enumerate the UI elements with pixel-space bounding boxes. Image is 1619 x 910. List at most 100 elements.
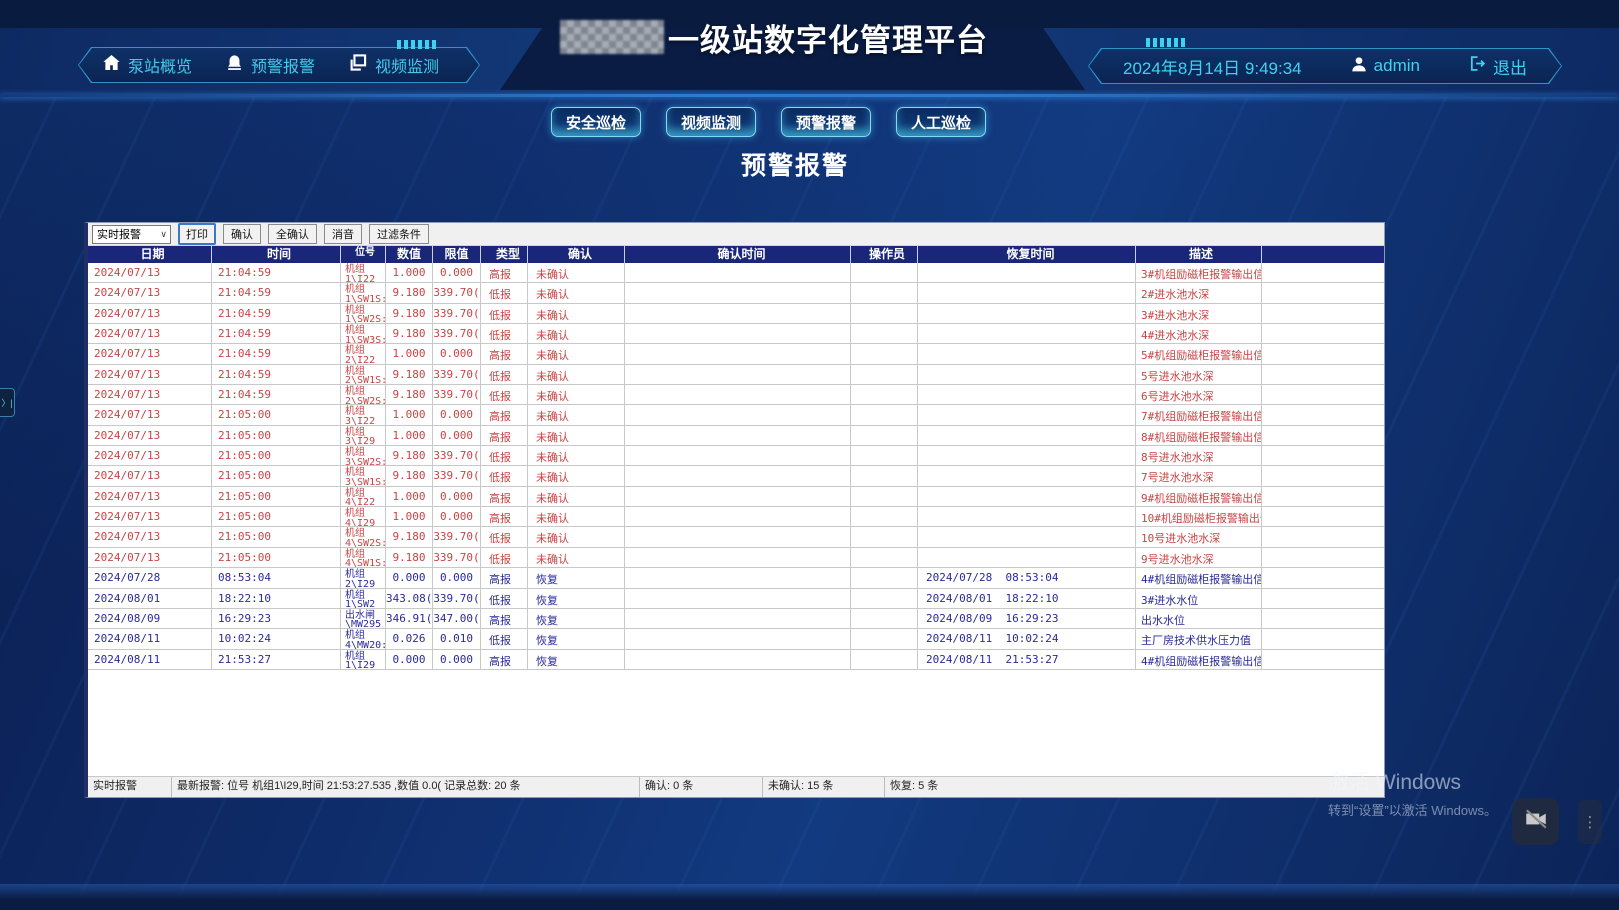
cell: 高报 [481,568,528,587]
cell: 21:04:59 [212,283,341,302]
filter-button[interactable]: 过滤条件 [369,224,429,244]
cell: 4#机组励磁柜报警输出信号 [1136,650,1262,669]
cell: 339.70( [433,385,481,404]
table-row[interactable]: 2024/07/1321:04:59机组 1\I221.0000.000高报未确… [88,263,1384,283]
table-row[interactable]: 2024/07/1321:05:00机组 4\I221.0000.000高报未确… [88,487,1384,507]
side-panel-toggle[interactable]: 〉| [0,388,15,417]
cell: 1.000 [386,263,433,282]
cell [918,283,1136,302]
table-row[interactable]: 2024/07/2808:53:04机组 2\I290.0000.000高报恢复… [88,568,1384,588]
table-row[interactable]: 2024/07/1321:04:59机组 1\SW1S:9.180339.70(… [88,283,1384,303]
ack-button[interactable]: 确认 [223,224,261,244]
table-row[interactable]: 2024/07/1321:05:00机组 4\I291.0000.000高报未确… [88,507,1384,527]
cell: 机组 3\I29 [341,426,386,445]
table-row[interactable]: 2024/07/1321:04:59机组 2\I221.0000.000高报未确… [88,344,1384,364]
cell: 机组 1\I29 [341,650,386,669]
table-row[interactable]: 2024/07/1321:05:00机组 4\SW2S:9.180339.70(… [88,527,1384,547]
cell: 21:05:00 [212,487,341,506]
header-info-box: 2024年8月14日 9:49:34 admin 退出 [1088,48,1562,84]
table-row[interactable]: 2024/08/1110:02:24机组 4\MW20:0.0260.010低报… [88,629,1384,649]
table-row[interactable]: 2024/07/1321:04:59机组 1\SW2S:9.180339.70(… [88,304,1384,324]
cell: 2024/08/01 [88,589,212,608]
tab-safety-patrol[interactable]: 安全巡检 [551,107,641,137]
cell: 机组 1\SW2 [341,589,386,608]
cell: 2024/07/13 [88,507,212,526]
table-row[interactable]: 2024/07/1321:04:59机组 1\SW3S:9.180339.70(… [88,324,1384,344]
table-row[interactable]: 2024/08/0118:22:10机组 1\SW2343.08(339.70(… [88,589,1384,609]
cell: 机组 1\SW3S: [341,324,386,343]
header-divider [0,94,1619,97]
nav-item-pump-overview[interactable]: 泵站概览 [103,53,192,77]
cell: 2024/07/13 [88,385,212,404]
cell: 0.000 [433,650,481,669]
cell: 未确认 [528,548,625,567]
table-row[interactable]: 2024/07/1321:05:00机组 4\SW1S:9.180339.70(… [88,548,1384,568]
cell [851,405,918,424]
table-row[interactable]: 2024/07/1321:04:59机组 2\SW2S:9.180339.70(… [88,385,1384,405]
cell [918,548,1136,567]
nav-item-video[interactable]: 视频监测 [349,53,439,77]
tab-video-monitor[interactable]: 视频监测 [666,107,756,137]
cell: 未确认 [528,365,625,384]
cell: 0.000 [433,568,481,587]
tick-marks [1146,38,1185,47]
cell: 机组 4\SW1S: [341,548,386,567]
alarm-mode-select[interactable]: 实时报警 ∨ [92,225,171,244]
chevron-down-icon: ∨ [160,229,167,240]
table-row[interactable]: 2024/07/1321:05:00机组 3\SW1S:9.180339.70(… [88,466,1384,486]
cell: 9.180 [386,446,433,465]
overlay-more-menu[interactable]: ⋮ [1578,800,1602,844]
table-row[interactable]: 2024/07/1321:05:00机组 3\SW2S:9.180339.70(… [88,446,1384,466]
cell [851,466,918,485]
cell: 低报 [481,446,528,465]
table-row[interactable]: 2024/07/1321:04:59机组 2\SW1S:9.180339.70(… [88,365,1384,385]
status-unack-count: 未确认: 15 条 [763,777,885,797]
table-row[interactable]: 2024/08/0916:29:23出水闸 \MW295346.91(347.0… [88,609,1384,629]
print-button[interactable]: 打印 [178,223,216,245]
watermark-line2: 转到“设置”以激活 Windows。 [1328,800,1497,819]
tab-manual-patrol[interactable]: 人工巡检 [896,107,986,137]
logout-button[interactable]: 退出 [1469,54,1527,79]
cell [851,426,918,445]
cell: 机组 2\SW1S: [341,365,386,384]
cell: 2024/08/01 18:22:10 [918,589,1136,608]
table-row[interactable]: 2024/07/1321:05:00机组 3\I291.0000.000高报未确… [88,426,1384,446]
table-row[interactable]: 2024/07/1321:05:00机组 3\I221.0000.000高报未确… [88,405,1384,425]
cell: 机组 4\SW2S: [341,527,386,546]
cell [918,385,1136,404]
table-row[interactable]: 2024/08/1121:53:27机组 1\I290.0000.000高报恢复… [88,650,1384,670]
nav-item-alarm[interactable]: 预警报警 [226,53,315,77]
main-nav: 泵站概览 预警报警 视频监测 [78,47,480,83]
cell [918,365,1136,384]
cell: 21:05:00 [212,446,341,465]
cell: 0.010 [433,629,481,648]
ack-all-button[interactable]: 全确认 [268,224,317,244]
cell: 9.180 [386,527,433,546]
cell: 3#机组励磁柜报警输出信号 [1136,263,1262,282]
cell [625,324,851,343]
app-title-group: 一级站数字化管理平台 [560,17,1120,57]
cell: 出水水位 [1136,609,1262,628]
cell [625,385,851,404]
section-tabs: 安全巡检 视频监测 预警报警 人工巡检 [551,107,986,137]
cell: 机组 3\SW2S: [341,446,386,465]
cell: 4#机组励磁柜报警输出信号 [1136,568,1262,587]
cell [851,589,918,608]
cell: 低报 [481,304,528,323]
cell: 机组 4\MW20: [341,629,386,648]
cell: 2024/07/13 [88,405,212,424]
cell: 2024/07/13 [88,426,212,445]
logout-icon [1469,55,1486,77]
cell: 21:04:59 [212,263,341,282]
tab-alarm-warning[interactable]: 预警报警 [781,107,871,137]
cell: 2024/07/13 [88,446,212,465]
user-menu[interactable]: admin [1351,56,1420,77]
cell: 未确认 [528,507,625,526]
cell: 2024/07/13 [88,365,212,384]
screen-record-overlay-button[interactable] [1512,798,1559,845]
redacted-logo-block [560,20,664,54]
cell: 1.000 [386,405,433,424]
mute-button[interactable]: 消音 [324,224,362,244]
cell: 9.180 [386,304,433,323]
cell [625,650,851,669]
